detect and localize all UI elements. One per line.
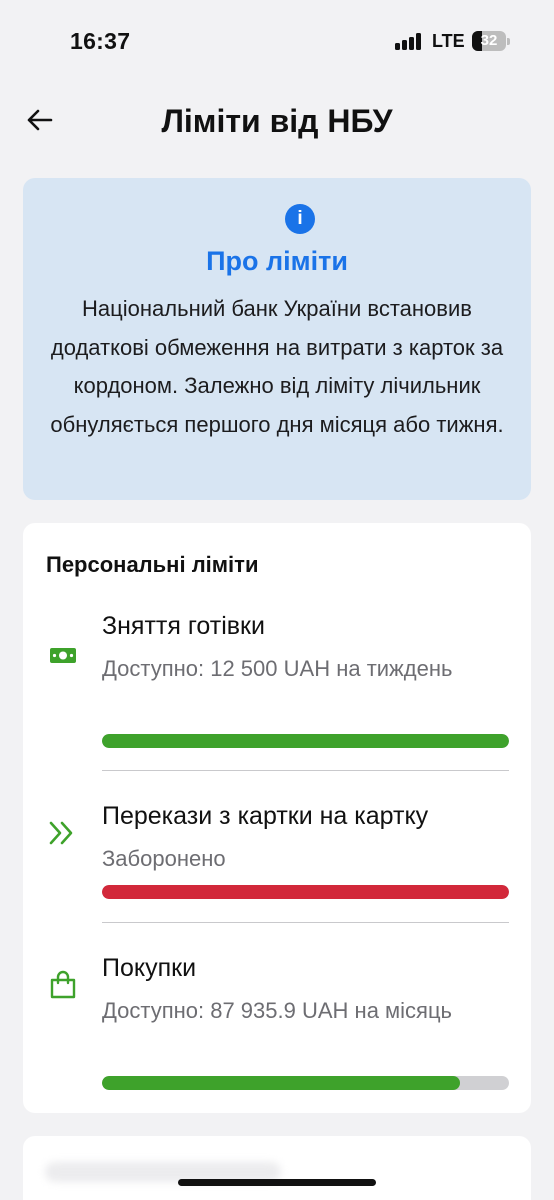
battery-icon: 32 — [472, 31, 506, 51]
info-text: Національний банк України встановив дода… — [50, 296, 504, 437]
page-title: Ліміти від НБУ — [161, 103, 393, 139]
cash-icon — [50, 648, 76, 663]
cellular-signal-icon — [395, 33, 425, 50]
battery-level: 32 — [480, 32, 498, 49]
header: Ліміти від НБУ — [0, 88, 554, 158]
limit-subtitle: Заборонено — [102, 846, 226, 871]
limit-progress-bar — [102, 885, 509, 899]
limit-progress-fill — [102, 1076, 461, 1090]
limit-subtitle: Доступно: 87 935.9 UAH на місяць — [102, 998, 453, 1023]
info-icon: i — [285, 204, 315, 234]
limit-title: Перекази з картки на картку — [102, 802, 429, 830]
shopping-bag-icon — [50, 970, 76, 999]
next-card — [23, 1136, 531, 1200]
limit-progress-fill — [102, 734, 509, 748]
divider — [102, 770, 509, 771]
home-indicator — [178, 1179, 376, 1186]
network-type: LTE — [432, 31, 465, 51]
limits-heading: Персональні ліміти — [46, 552, 259, 577]
double-chevron-right-icon — [49, 821, 73, 845]
limit-progress-bar — [102, 734, 509, 748]
status-bar: 16:37 LTE 32 — [0, 0, 554, 80]
limit-progress-bar — [102, 1076, 509, 1090]
limit-title: Зняття готівки — [102, 612, 265, 640]
divider — [102, 922, 509, 923]
status-time: 16:37 — [70, 28, 131, 54]
info-title: Про ліміти — [206, 246, 348, 276]
personal-limits-card: Персональні ліміти Зняття готівки Доступ… — [23, 523, 531, 1113]
limit-subtitle: Доступно: 12 500 UAH на тиждень — [102, 656, 453, 681]
battery-cap — [507, 38, 510, 45]
limit-progress-fill — [102, 885, 509, 899]
limit-title: Покупки — [102, 954, 197, 982]
info-banner: i Про ліміти Національний банк України в… — [23, 178, 531, 500]
